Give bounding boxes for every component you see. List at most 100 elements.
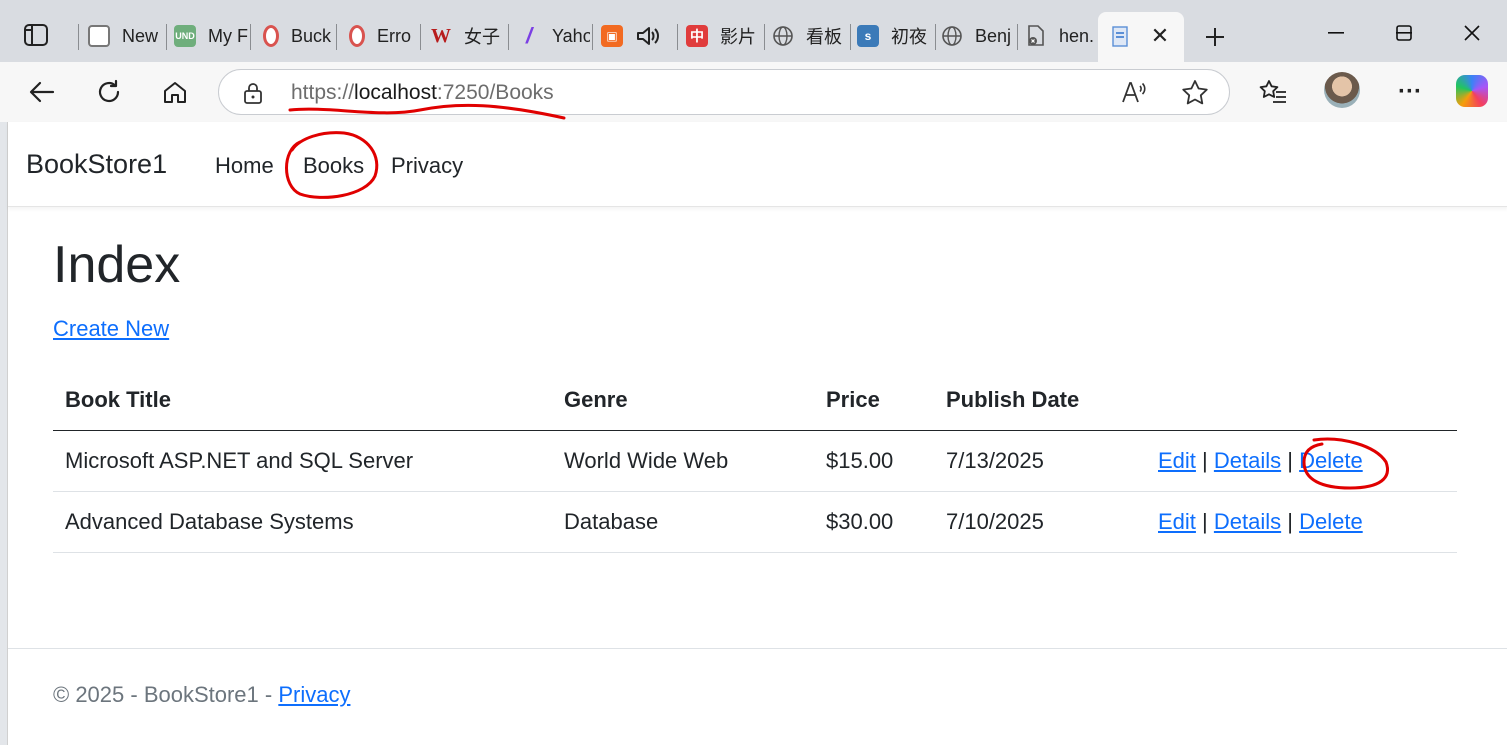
yahoo-icon: / xyxy=(525,23,533,48)
tab-title: My F xyxy=(208,25,248,46)
url-path: :7250/Books xyxy=(436,81,554,104)
separator: | xyxy=(1287,508,1293,534)
tab-title: 影片 xyxy=(720,27,756,47)
tab-11[interactable]: hen. xyxy=(1025,18,1097,54)
site-brand[interactable]: BookStore1 xyxy=(26,149,167,180)
app-icon: s xyxy=(857,25,879,47)
tab-2[interactable]: Buck xyxy=(260,18,334,54)
tab-3[interactable]: Erro xyxy=(346,18,418,54)
tab-separator xyxy=(250,24,251,50)
header-price: Price xyxy=(814,370,934,431)
cell-price: $30.00 xyxy=(814,491,934,553)
tab-separator xyxy=(78,24,79,50)
tab-actions-icon[interactable] xyxy=(22,22,50,48)
address-bar[interactable]: https://localhost:7250/Books xyxy=(218,69,1230,115)
cell-date: 7/13/2025 xyxy=(934,430,1146,492)
profile-avatar[interactable] xyxy=(1324,72,1360,108)
footer-privacy-link[interactable]: Privacy xyxy=(278,682,350,707)
opera-icon xyxy=(349,25,365,47)
copilot-icon[interactable] xyxy=(1456,75,1488,107)
favorites-icon[interactable] xyxy=(1255,74,1291,110)
close-tab-icon[interactable]: ✕ xyxy=(1148,23,1172,48)
file-error-icon xyxy=(1025,25,1047,47)
nav-books[interactable]: Books xyxy=(303,153,364,179)
tab-title: hen. xyxy=(1059,25,1095,46)
speaker-icon[interactable] xyxy=(635,24,661,48)
tab-0[interactable]: New xyxy=(88,18,164,54)
details-link[interactable]: Details xyxy=(1214,448,1281,473)
edit-link[interactable]: Edit xyxy=(1158,509,1196,534)
browser-toolbar: https://localhost:7250/Books ··· xyxy=(0,62,1507,122)
cell-actions: Edit | Details | Delete xyxy=(1146,491,1457,553)
books-table: Book Title Genre Price Publish Date Micr… xyxy=(53,370,1457,553)
read-aloud-icon[interactable] xyxy=(1121,80,1147,110)
tab-5[interactable]: / Yaho xyxy=(518,18,590,54)
header-book-title: Book Title xyxy=(53,370,552,431)
opera-icon xyxy=(263,25,279,47)
new-tab-button[interactable] xyxy=(1200,22,1230,52)
footer-text: © 2025 - BookStore1 - Privacy xyxy=(53,682,350,708)
tab-separator xyxy=(508,24,509,50)
tab-separator xyxy=(336,24,337,50)
separator: | xyxy=(1202,508,1208,534)
back-button[interactable] xyxy=(24,74,60,110)
delete-link[interactable]: Delete xyxy=(1299,509,1363,534)
cell-date: 7/10/2025 xyxy=(934,491,1146,553)
tab-separator xyxy=(677,24,678,50)
document-icon xyxy=(1110,26,1132,48)
delete-link[interactable]: Delete xyxy=(1299,448,1363,473)
lock-icon[interactable] xyxy=(243,81,263,110)
site-navbar: BookStore1 Home Books Privacy xyxy=(8,122,1507,207)
tab-separator xyxy=(1017,24,1018,50)
maximize-button[interactable] xyxy=(1384,18,1424,48)
globe-icon xyxy=(772,25,794,47)
tab-7[interactable]: 中 影片 xyxy=(686,18,762,54)
header-actions xyxy=(1146,370,1457,431)
tab-10[interactable]: Benj xyxy=(941,18,1015,54)
tab-1[interactable]: UND My F xyxy=(174,18,248,54)
tab-title: New xyxy=(122,25,159,46)
tab-separator xyxy=(166,24,167,50)
site-footer: © 2025 - BookStore1 - Privacy xyxy=(8,648,1507,745)
tab-title: 看板 xyxy=(806,27,842,47)
tab-4[interactable]: W 女子 xyxy=(430,18,506,54)
cell-genre: Database xyxy=(552,491,814,553)
tab-title: Buck xyxy=(291,25,332,46)
cell-title: Microsoft ASP.NET and SQL Server xyxy=(53,430,552,492)
tab-separator xyxy=(935,24,936,50)
refresh-button[interactable] xyxy=(91,74,127,110)
tab-9[interactable]: s 初夜 xyxy=(857,18,933,54)
minimize-button[interactable] xyxy=(1316,18,1356,48)
page-title: Index xyxy=(53,236,181,294)
edit-link[interactable]: Edit xyxy=(1158,448,1196,473)
separator: | xyxy=(1202,447,1208,473)
home-button[interactable] xyxy=(157,74,193,110)
tab-separator xyxy=(420,24,421,50)
close-window-button[interactable] xyxy=(1452,18,1492,48)
tab-title: Benj xyxy=(975,25,1012,46)
nav-home[interactable]: Home xyxy=(215,153,274,179)
tab-separator xyxy=(764,24,765,50)
more-menu-icon[interactable]: ··· xyxy=(1392,74,1428,110)
tab-title: 初夜 xyxy=(891,27,927,47)
separator: | xyxy=(1287,447,1293,473)
tab-6[interactable]: ▣ xyxy=(601,18,673,54)
header-genre: Genre xyxy=(552,370,814,431)
header-publish-date: Publish Date xyxy=(934,370,1146,431)
cell-price: $15.00 xyxy=(814,430,934,492)
cell-title: Advanced Database Systems xyxy=(53,491,552,553)
url-text[interactable]: https://localhost:7250/Books xyxy=(291,81,554,105)
favorite-star-icon[interactable] xyxy=(1181,79,1209,110)
nav-privacy[interactable]: Privacy xyxy=(391,153,463,179)
tab-strip: New UND My F Buck Erro W 女子 / Yaho ▣ 中 影… xyxy=(0,0,1507,62)
create-new-link[interactable]: Create New xyxy=(53,316,169,342)
tab-separator xyxy=(592,24,593,50)
footer-copyright: © 2025 - BookStore1 - xyxy=(53,682,279,707)
details-link[interactable]: Details xyxy=(1214,509,1281,534)
tab-title: Erro xyxy=(377,25,412,46)
tab-title: Yaho xyxy=(552,25,590,46)
w-logo-icon: W xyxy=(431,24,451,47)
notification-icon: ▣ xyxy=(601,25,623,47)
tab-8[interactable]: 看板 xyxy=(772,18,848,54)
cell-genre: World Wide Web xyxy=(552,430,814,492)
